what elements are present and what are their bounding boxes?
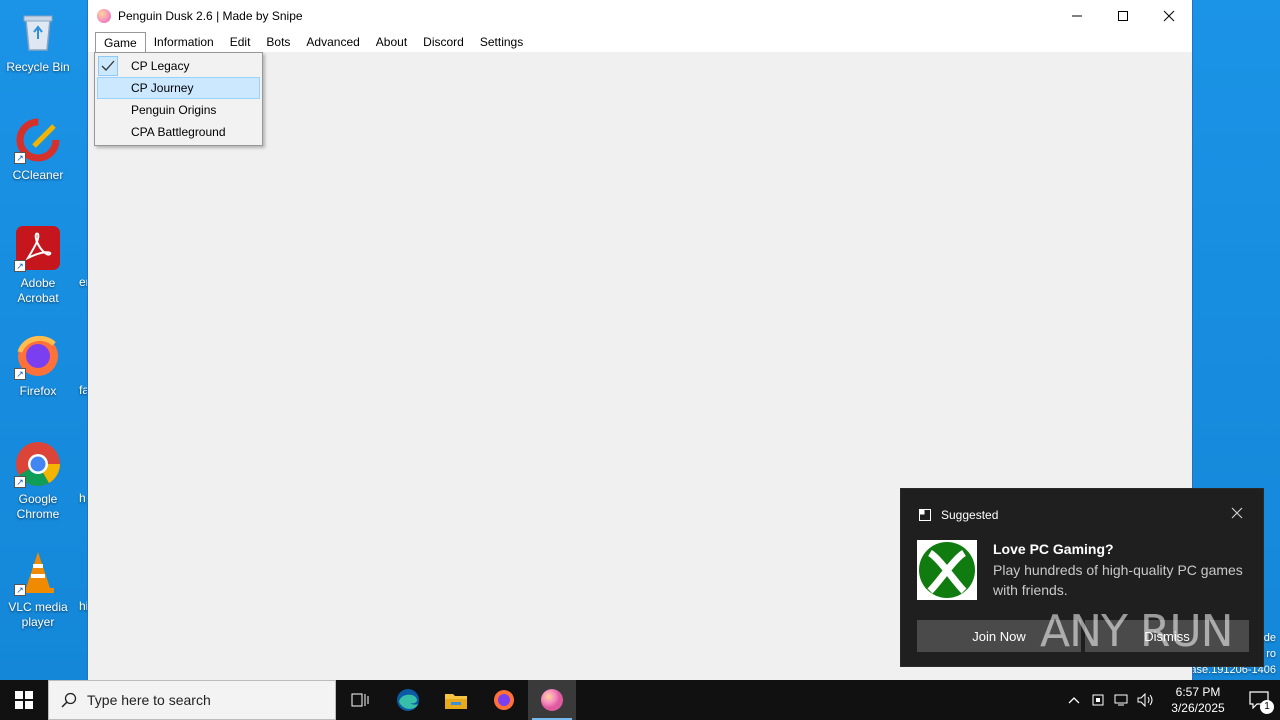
- firefox-icon: ↗: [14, 332, 62, 380]
- xbox-icon: [917, 540, 977, 600]
- menu-discord[interactable]: Discord: [415, 32, 472, 52]
- penguin-dusk-icon: [541, 689, 563, 711]
- close-icon: [1163, 10, 1175, 21]
- chrome-icon: ↗: [14, 440, 62, 488]
- taskbar-edge[interactable]: [384, 680, 432, 720]
- action-center-button[interactable]: 1: [1238, 680, 1280, 720]
- firefox-icon: [494, 690, 514, 710]
- menu-item-penguin-origins[interactable]: Penguin Origins: [97, 99, 260, 121]
- window-title: Penguin Dusk 2.6 | Made by Snipe: [118, 8, 303, 23]
- volume-button[interactable]: [1134, 680, 1158, 720]
- menu-settings[interactable]: Settings: [472, 32, 531, 52]
- menu-bar: Game Information Edit Bots Advanced Abou…: [88, 31, 1192, 53]
- taskbar-search-box[interactable]: Type here to search: [48, 680, 336, 720]
- device-icon: [1092, 694, 1104, 706]
- watermark-text: ANY RUN: [1040, 606, 1234, 657]
- start-button[interactable]: [0, 680, 48, 720]
- taskbar-clock[interactable]: 6:57 PM 3/26/2025: [1158, 684, 1238, 716]
- penguin-dusk-icon: [97, 8, 111, 23]
- menu-advanced[interactable]: Advanced: [298, 32, 367, 52]
- menu-item-label: CP Legacy: [131, 59, 190, 73]
- menu-item-label: CP Journey: [131, 81, 194, 95]
- menu-information[interactable]: Information: [146, 32, 222, 52]
- desktop-icon-recycle-bin[interactable]: Recycle Bin: [2, 8, 74, 75]
- network-button[interactable]: [1110, 680, 1134, 720]
- toast-header-label: Suggested: [941, 508, 999, 522]
- clock-time: 6:57 PM: [1175, 685, 1221, 699]
- volume-icon: [1137, 693, 1153, 707]
- anyrun-watermark: ANY RUN: [1040, 606, 1234, 657]
- desktop-icon-label: Firefox: [19, 384, 57, 398]
- desktop-icon-label: Recycle Bin: [6, 60, 70, 74]
- system-tray: 6:57 PM 3/26/2025 1: [1062, 680, 1280, 720]
- menu-item-cp-journey[interactable]: CP Journey: [97, 77, 260, 99]
- taskbar-penguin-dusk[interactable]: [528, 680, 576, 720]
- chevron-up-icon: [1068, 697, 1080, 704]
- taskbar: Type here to search 6:57 PM 3/26/2025 1: [0, 680, 1280, 720]
- game-dropdown-menu: CP Legacy CP Journey Penguin Origins CPA…: [94, 52, 263, 146]
- recycle-bin-icon: [14, 8, 62, 56]
- menu-item-cpa-battleground[interactable]: CPA Battleground: [97, 121, 260, 143]
- title-bar[interactable]: Penguin Dusk 2.6 | Made by Snipe: [88, 0, 1192, 31]
- toast-close-button[interactable]: [1231, 507, 1243, 522]
- desktop-icon-google-chrome[interactable]: ↗ Google Chrome: [2, 440, 74, 522]
- menu-item-label: CPA Battleground: [131, 125, 226, 139]
- toast-header: Suggested: [919, 508, 998, 522]
- desktop-icon-adobe-acrobat[interactable]: ↗ Adobe Acrobat: [2, 224, 74, 306]
- network-icon: [1114, 694, 1128, 706]
- desktop-icon-ccleaner[interactable]: ↗ CCleaner: [2, 116, 74, 183]
- toast-title: Love PC Gaming?: [993, 541, 1114, 557]
- minimize-icon: [1072, 15, 1082, 16]
- desktop-icon-label: Google Chrome: [16, 492, 60, 521]
- ccleaner-icon: ↗: [14, 116, 62, 164]
- maximize-icon: [1118, 10, 1128, 21]
- menu-about[interactable]: About: [368, 32, 415, 52]
- menu-item-label: Penguin Origins: [131, 103, 217, 117]
- menu-game[interactable]: Game: [95, 31, 146, 53]
- windows-icon: [15, 691, 33, 709]
- desktop-icon-firefox[interactable]: ↗ Firefox: [2, 332, 74, 399]
- menu-edit[interactable]: Edit: [222, 32, 259, 52]
- close-icon: [1231, 507, 1243, 519]
- suggested-icon: [919, 509, 931, 521]
- toast-body: Play hundreds of high-quality PC games w…: [993, 562, 1243, 598]
- desktop-icon-label: VLC media player: [8, 600, 68, 629]
- edge-icon: [397, 689, 419, 711]
- close-button[interactable]: [1146, 0, 1192, 31]
- maximize-button[interactable]: [1100, 0, 1146, 31]
- taskbar-file-explorer[interactable]: [432, 680, 480, 720]
- desktop-icon-label: Adobe Acrobat: [17, 276, 59, 305]
- show-hidden-icons-button[interactable]: [1062, 680, 1086, 720]
- desktop-peek-text: h: [79, 491, 86, 505]
- task-view-button[interactable]: [336, 680, 384, 720]
- adobe-acrobat-icon: ↗: [14, 224, 62, 272]
- menu-bots[interactable]: Bots: [258, 32, 298, 52]
- desktop-icon-vlc[interactable]: ↗ VLC media player: [2, 548, 74, 630]
- tray-device-button[interactable]: [1086, 680, 1110, 720]
- taskbar-firefox[interactable]: [480, 680, 528, 720]
- task-view-icon: [351, 693, 369, 707]
- checkmark-icon: [98, 56, 118, 76]
- menu-item-cp-legacy[interactable]: CP Legacy: [97, 55, 260, 77]
- search-placeholder: Type here to search: [87, 692, 211, 708]
- clock-date: 3/26/2025: [1171, 701, 1225, 715]
- file-explorer-icon: [445, 694, 467, 709]
- search-icon: [61, 692, 77, 708]
- notification-badge: 1: [1260, 700, 1274, 714]
- vlc-icon: ↗: [14, 548, 62, 596]
- minimize-button[interactable]: [1054, 0, 1100, 31]
- desktop-icon-label: CCleaner: [12, 168, 64, 182]
